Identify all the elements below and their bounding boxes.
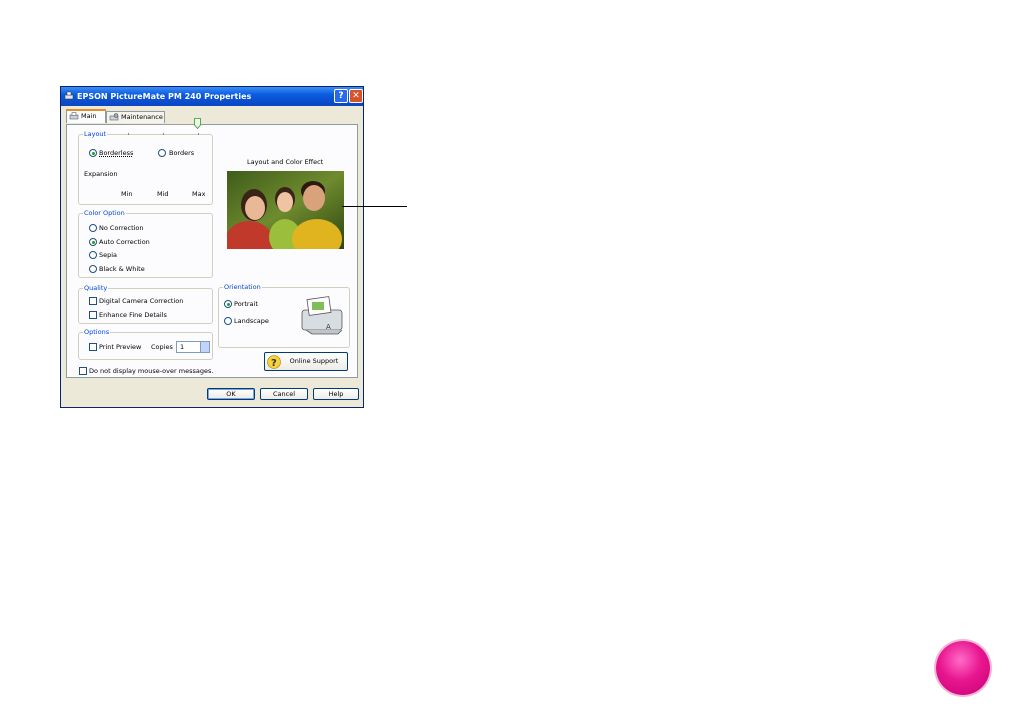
borders-radio[interactable] <box>158 149 166 157</box>
no-correction-label[interactable]: No Correction <box>99 224 144 232</box>
close-button[interactable]: ✕ <box>349 89 363 103</box>
slider-tick-max: Max <box>192 190 206 198</box>
maintenance-tab-icon <box>109 113 119 121</box>
sepia-label[interactable]: Sepia <box>99 251 117 259</box>
preview-photo <box>227 171 344 249</box>
landscape-radio[interactable] <box>224 317 232 325</box>
black-white-radio[interactable] <box>89 265 97 273</box>
slider-tick-mid: Mid <box>157 190 169 198</box>
enhance-fine-details-checkbox[interactable] <box>89 311 97 319</box>
online-support-button[interactable]: ? Online Support <box>264 352 348 371</box>
printer-icon <box>64 91 74 100</box>
digital-camera-correction-label[interactable]: Digital Camera Correction <box>99 297 183 305</box>
mouseover-label[interactable]: Do not display mouse-over messages. <box>89 367 213 375</box>
color-option-title: Color Option <box>83 209 126 217</box>
layout-group-title: Layout <box>83 130 108 138</box>
online-support-label: Online Support <box>289 357 339 365</box>
question-icon: ? <box>267 355 281 369</box>
borders-label[interactable]: Borders <box>169 149 194 157</box>
auto-correction-radio[interactable] <box>89 238 97 246</box>
expansion-label: Expansion <box>84 170 118 178</box>
properties-dialog: EPSON PictureMate PM 240 Properties ? ✕ … <box>60 86 364 408</box>
tab-maintenance[interactable]: Maintenance <box>106 111 165 123</box>
expansion-slider-track[interactable] <box>126 124 198 128</box>
slider-tick <box>163 133 164 135</box>
tab-main-label: Main <box>81 112 97 120</box>
help-button[interactable]: Help <box>313 388 359 400</box>
svg-text:?: ? <box>271 358 277 369</box>
quality-title: Quality <box>83 284 109 292</box>
title-bar[interactable]: EPSON PictureMate PM 240 Properties ? ✕ <box>61 87 363 106</box>
svg-text:A: A <box>326 323 331 331</box>
spinner-down-icon[interactable] <box>200 347 209 352</box>
cancel-button[interactable]: Cancel <box>260 388 308 400</box>
tab-maintenance-label: Maintenance <box>121 113 163 121</box>
page-nav-button[interactable] <box>936 641 990 695</box>
print-preview-label[interactable]: Print Preview <box>99 343 141 351</box>
options-title: Options <box>83 328 111 336</box>
sepia-radio[interactable] <box>89 251 97 259</box>
copies-label: Copies <box>151 343 173 351</box>
portrait-label[interactable]: Portrait <box>234 300 258 308</box>
borderless-label[interactable]: Borderless <box>99 149 133 157</box>
borderless-radio[interactable] <box>89 149 97 157</box>
copies-spinner[interactable]: 1 <box>176 341 210 353</box>
orientation-title: Orientation <box>223 283 262 291</box>
mouseover-checkbox[interactable] <box>79 367 87 375</box>
slider-tick <box>198 133 199 135</box>
enhance-fine-details-label[interactable]: Enhance Fine Details <box>99 311 167 319</box>
print-preview-checkbox[interactable] <box>89 343 97 351</box>
black-white-label[interactable]: Black & White <box>99 265 145 273</box>
preview-title: Layout and Color Effect <box>247 158 324 166</box>
no-correction-radio[interactable] <box>89 224 97 232</box>
copies-value[interactable]: 1 <box>180 343 184 351</box>
family-photo-image <box>227 171 344 249</box>
callout-line <box>342 206 407 207</box>
window-title: EPSON PictureMate PM 240 Properties <box>77 92 252 101</box>
expansion-slider-thumb[interactable] <box>194 118 201 129</box>
ok-button[interactable]: OK <box>207 388 255 400</box>
slider-tick-min: Min <box>121 190 133 198</box>
printer-tab-icon <box>69 112 79 120</box>
tab-main[interactable]: Main <box>66 109 106 123</box>
landscape-label[interactable]: Landscape <box>234 317 269 325</box>
digital-camera-correction-checkbox[interactable] <box>89 297 97 305</box>
help-title-button[interactable]: ? <box>334 89 348 103</box>
auto-correction-label[interactable]: Auto Correction <box>99 238 150 246</box>
slider-tick <box>128 133 129 135</box>
printer-orientation-icon: A <box>301 296 343 335</box>
portrait-radio[interactable] <box>224 300 232 308</box>
